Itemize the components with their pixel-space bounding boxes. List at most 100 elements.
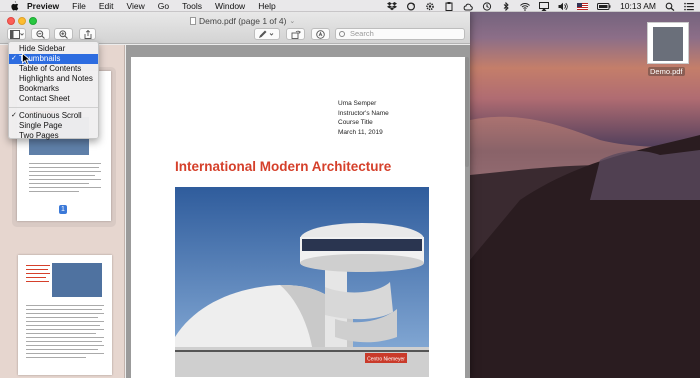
document-view[interactable]: Uma Semper Instructor's Name Course Titl… <box>126 45 470 378</box>
menu-go[interactable]: Go <box>158 1 169 11</box>
menu-separator <box>9 107 98 108</box>
thumb-red-text <box>26 273 50 274</box>
menu-item-table-of-contents[interactable]: Table of Contents <box>9 64 98 74</box>
desktop-file-label[interactable]: Demo.pdf <box>648 67 685 76</box>
menu-item-label: Bookmarks <box>19 84 60 93</box>
menu-help[interactable]: Help <box>258 1 275 11</box>
airplay-icon[interactable] <box>539 1 550 11</box>
thumb-text-line <box>26 337 104 338</box>
vertical-scrollbar[interactable] <box>465 57 469 167</box>
markup-pen-button[interactable] <box>254 28 280 40</box>
menu-item-bookmarks[interactable]: Bookmarks <box>9 84 98 94</box>
thumb-text-line <box>26 309 102 310</box>
us-flag-icon[interactable] <box>577 2 589 10</box>
thumb-text-line <box>29 163 101 164</box>
menu-item-label: Highlights and Notes <box>19 74 93 83</box>
thumb-text-line <box>29 187 101 188</box>
thumb-text-line <box>29 179 101 180</box>
menu-item-label: Table of Contents <box>19 64 82 73</box>
notification-center-icon[interactable] <box>684 2 694 11</box>
sidebar-view-button[interactable] <box>7 28 26 40</box>
share-icon <box>84 29 91 39</box>
pdf-page: Uma Semper Instructor's Name Course Titl… <box>131 57 465 378</box>
thumb-text-line <box>29 167 99 168</box>
menu-file[interactable]: File <box>72 1 86 11</box>
menu-item-single-page[interactable]: Single Page <box>9 121 98 131</box>
document-heading: International Modern Architecture <box>175 159 392 174</box>
architecture-photo: Centro Niemeyer <box>175 187 429 377</box>
photo-caption: Centro Niemeyer <box>367 356 405 362</box>
rotate-button[interactable] <box>286 28 305 40</box>
share-button[interactable] <box>79 28 96 40</box>
search-input[interactable]: Search <box>335 28 465 40</box>
author-block: Uma Semper Instructor's Name Course Titl… <box>338 99 389 137</box>
thumb-text-line <box>29 183 89 184</box>
thumb-text-line <box>26 329 104 330</box>
mouse-cursor-icon <box>22 53 31 65</box>
thumb-text-line <box>26 313 104 314</box>
page-thumbnail-2[interactable] <box>18 255 112 375</box>
menu-bar: Preview File Edit View Go Tools Window H… <box>0 0 700 12</box>
thumb-photo <box>52 263 102 297</box>
dropbox-icon[interactable] <box>387 1 398 11</box>
pdf-preview-icon <box>653 27 683 61</box>
menu-item-two-pages[interactable]: Two Pages <box>9 131 98 141</box>
thumb-text-line <box>29 191 79 192</box>
thumb-text-line <box>29 175 95 176</box>
search-icon <box>339 31 345 37</box>
window-title[interactable]: Demo.pdf (page 1 of 4) ⌄ <box>190 16 295 26</box>
menu-tools[interactable]: Tools <box>182 1 202 11</box>
author-name: Uma Semper <box>338 100 377 107</box>
wifi-icon[interactable] <box>520 2 530 11</box>
thumb-text-line <box>26 357 86 358</box>
fullscreen-button[interactable] <box>29 17 37 25</box>
apple-icon[interactable] <box>10 0 19 11</box>
pen-icon <box>259 30 274 38</box>
menu-item-highlights-and-notes[interactable]: Highlights and Notes <box>9 74 98 84</box>
thumb-red-text <box>26 277 46 278</box>
thumb-text-line <box>26 317 98 318</box>
volume-icon[interactable] <box>558 2 568 11</box>
rotate-icon <box>291 30 300 39</box>
zoom-in-button[interactable] <box>54 28 73 40</box>
minimize-button[interactable] <box>18 17 26 25</box>
clipboard-icon[interactable] <box>444 1 454 11</box>
gear-icon[interactable] <box>425 2 435 11</box>
document-date: March 11, 2019 <box>338 128 383 136</box>
desktop-file-thumbnail[interactable] <box>647 22 689 64</box>
thumb-text-line <box>26 349 98 350</box>
menu-item-label: Two Pages <box>19 131 59 140</box>
bluetooth-icon[interactable] <box>501 1 511 11</box>
title-bar: Demo.pdf (page 1 of 4) ⌄ Search <box>0 12 470 44</box>
annotate-button[interactable] <box>311 28 330 40</box>
sync-icon[interactable] <box>406 1 416 11</box>
thumb-text-line <box>29 171 101 172</box>
creative-cloud-icon[interactable] <box>463 2 473 11</box>
menu-view[interactable]: View <box>127 1 145 11</box>
menu-window[interactable]: Window <box>215 1 245 11</box>
checkmark-icon: ✓ <box>11 112 17 119</box>
menu-item-continuous-scroll[interactable]: ✓ Continuous Scroll <box>9 111 98 121</box>
thumb-text-line <box>26 321 104 322</box>
instructor-name: Instructor's Name <box>338 109 389 117</box>
close-button[interactable] <box>7 17 15 25</box>
zoom-out-button[interactable] <box>31 28 50 40</box>
thumb-text-line <box>26 353 104 354</box>
thumb-red-text <box>26 269 48 270</box>
markup-toolbar-icon <box>316 29 325 39</box>
menu-item-contact-sheet[interactable]: Contact Sheet <box>9 94 98 104</box>
thumb-text-line <box>26 325 100 326</box>
time-machine-icon[interactable] <box>482 1 492 11</box>
thumb-text-line <box>26 305 104 306</box>
menu-edit[interactable]: Edit <box>99 1 114 11</box>
menubar-clock[interactable]: 10:13 AM <box>620 1 656 11</box>
battery-icon[interactable] <box>597 2 611 11</box>
checkmark-icon: ✓ <box>11 55 17 62</box>
menu-app-name[interactable]: Preview <box>27 1 59 11</box>
menu-item-label: Hide Sidebar <box>19 44 66 53</box>
spotlight-icon[interactable] <box>665 2 675 11</box>
menu-item-label: Single Page <box>19 121 63 130</box>
course-title: Course Title <box>338 119 373 126</box>
sidebar-icon <box>9 29 24 39</box>
page-number-badge: 1 <box>59 205 67 214</box>
